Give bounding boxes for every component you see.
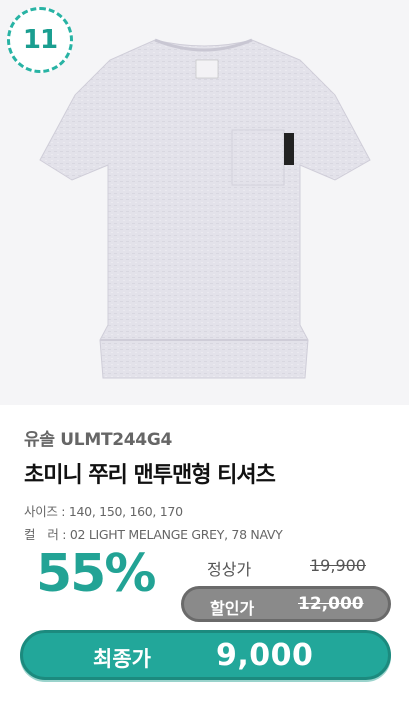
final-price-pill: 최종가 9,000 — [20, 630, 391, 680]
color-list: 컬 러 : 02 LIGHT MELANGE GREY, 78 NAVY — [24, 527, 283, 542]
product-title: 초미니 쭈리 맨투맨형 티셔츠 — [24, 463, 276, 488]
final-price-label: 최종가 — [93, 647, 151, 671]
size-list: 사이즈 : 140, 150, 160, 170 — [24, 504, 183, 519]
sale-price: 12,000 — [298, 594, 364, 614]
item-number-badge: 11 — [7, 7, 73, 73]
discount-rate: 55% — [36, 544, 156, 604]
regular-price: 19,900 — [310, 556, 366, 575]
regular-price-label: 정상가 — [207, 560, 252, 579]
product-info: 유솔 ULMT244G4 초미니 쭈리 맨투맨형 티셔츠 사이즈 : 140, … — [24, 425, 394, 543]
sale-price-pill: 할인가 12,000 — [181, 586, 391, 622]
product-image-area: 11 — [0, 0, 409, 405]
item-number: 11 — [22, 25, 58, 55]
final-price: 9,000 — [216, 638, 314, 673]
sale-price-label: 할인가 — [210, 599, 255, 618]
brand-code: 유솔 ULMT244G4 — [24, 430, 173, 450]
